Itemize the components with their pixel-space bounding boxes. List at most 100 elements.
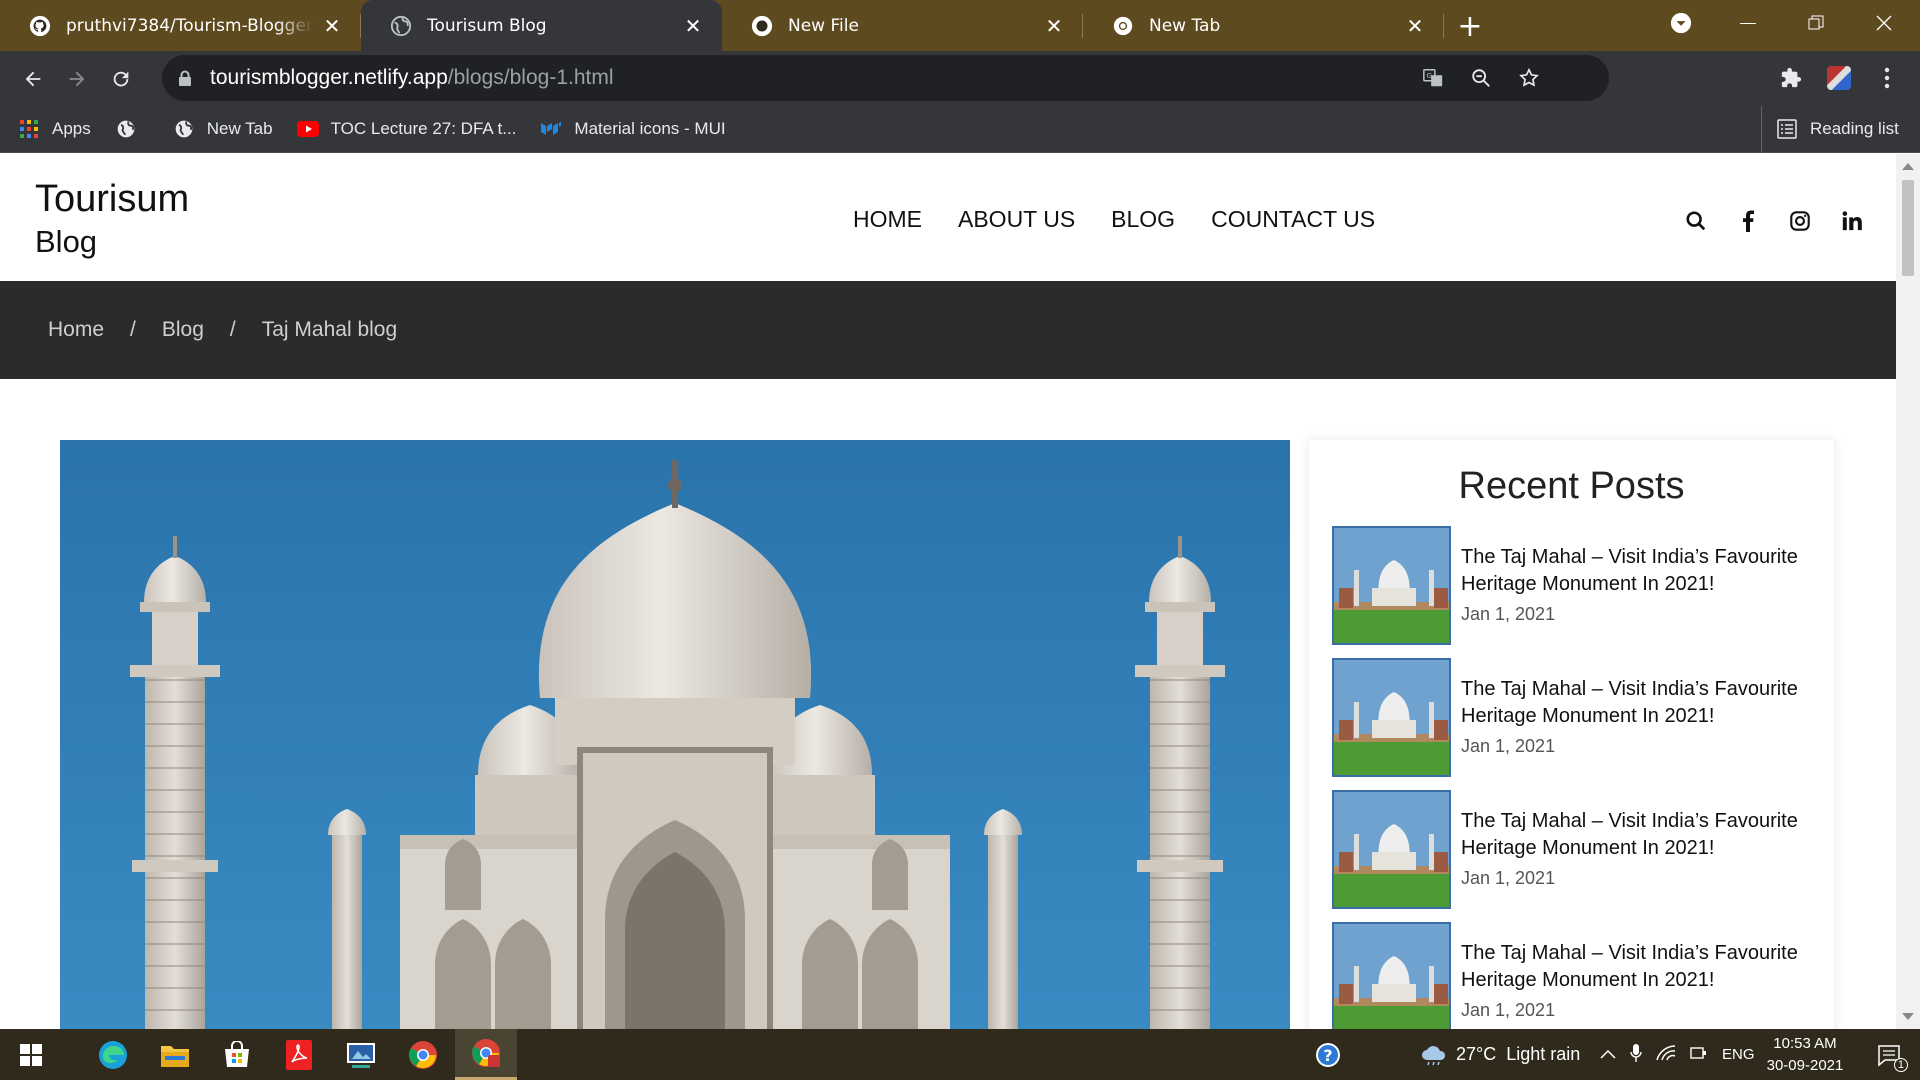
reading-list-icon: [1776, 118, 1798, 140]
breadcrumb-separator: /: [130, 318, 136, 341]
tab-search-button[interactable]: [1647, 0, 1715, 46]
logo-line-1: Tourisum: [35, 178, 190, 220]
extensions-button[interactable]: [1769, 56, 1813, 100]
tab-title: New Tab: [1149, 15, 1221, 36]
restore-button[interactable]: [1782, 0, 1850, 46]
back-button[interactable]: [11, 57, 55, 101]
rain-cloud-icon: [1422, 1045, 1446, 1065]
clock-date: 30-09-2021: [1766, 1057, 1844, 1074]
bookmark-globe[interactable]: [115, 118, 149, 140]
translate-icon[interactable]: G: [1417, 62, 1449, 94]
breadcrumb-current: Taj Mahal blog: [261, 318, 398, 341]
microphone-icon[interactable]: [1630, 1043, 1642, 1067]
bookmark-label: TOC Lecture 27: DFA t...: [330, 119, 517, 138]
nav-contact-us[interactable]: COUNTACT US: [1211, 206, 1375, 233]
bookmark-material-icons[interactable]: Material icons - MUI: [540, 118, 726, 140]
chrome-icon: [1111, 14, 1135, 38]
weather-widget[interactable]: 27°C Light rain: [1420, 1029, 1580, 1080]
chrome-profile-icon[interactable]: [455, 1029, 517, 1080]
arrow-left-icon: [25, 71, 41, 86]
arrow-right-icon: [69, 71, 85, 86]
notifications-button[interactable]: 1: [1858, 1029, 1920, 1080]
close-icon[interactable]: ✕: [682, 14, 704, 38]
zoom-icon[interactable]: [1465, 62, 1497, 94]
post-thumbnail: [1332, 922, 1451, 1029]
youtube-icon: [296, 118, 319, 140]
svg-text:?: ?: [1323, 1046, 1332, 1065]
start-button[interactable]: [0, 1029, 62, 1080]
bookmarks-bar: Apps New Tab TOC Lecture 27: DFA t... Ma…: [0, 106, 1920, 153]
scroll-up-arrow[interactable]: [1902, 163, 1914, 170]
chevron-up-icon[interactable]: [1600, 1046, 1616, 1063]
tab-new-tab[interactable]: New Tab ✕: [1083, 0, 1444, 51]
taj-mahal-illustration: [60, 440, 1290, 1029]
language-indicator[interactable]: ENG: [1722, 1046, 1755, 1063]
recent-post-item[interactable]: The Taj Mahal – Visit India’s Favourite …: [1332, 922, 1822, 1029]
tab-new-file[interactable]: New File ✕: [722, 0, 1083, 51]
reading-list-label: Reading list: [1810, 119, 1899, 138]
bookmark-toc-lecture[interactable]: TOC Lecture 27: DFA t...: [296, 118, 517, 140]
linkedin-icon[interactable]: [1826, 204, 1878, 238]
breadcrumb-home[interactable]: Home: [48, 318, 104, 342]
nav-about-us[interactable]: ABOUT US: [958, 206, 1075, 233]
close-icon[interactable]: ✕: [321, 14, 343, 38]
screen-tool-icon[interactable]: [330, 1029, 392, 1080]
edge-icon[interactable]: [82, 1029, 144, 1080]
breadcrumb-blog[interactable]: Blog: [162, 318, 204, 342]
scroll-down-arrow[interactable]: [1902, 1013, 1914, 1020]
recent-post-item[interactable]: The Taj Mahal – Visit India’s Favourite …: [1332, 790, 1822, 910]
notification-count: 1: [1893, 1058, 1908, 1072]
site-logo[interactable]: Tourisum Blog: [35, 176, 189, 262]
chrome-icon[interactable]: [392, 1029, 454, 1080]
close-icon[interactable]: ✕: [1404, 14, 1426, 38]
recent-posts-sidebar: Recent Posts The Taj Mahal – Visit India…: [1309, 440, 1834, 1029]
scrollbar-thumb[interactable]: [1902, 180, 1914, 276]
reload-icon: [113, 71, 129, 86]
globe-icon: [389, 14, 413, 38]
store-icon[interactable]: [206, 1029, 268, 1080]
address-bar[interactable]: tourismblogger.netlify.app/blogs/blog-1.…: [162, 55, 1609, 101]
hero-image: [60, 440, 1290, 1029]
nav-blog[interactable]: BLOG: [1111, 206, 1175, 233]
battery-icon[interactable]: [1690, 1045, 1708, 1065]
post-title: The Taj Mahal – Visit India’s Favourite …: [1461, 678, 1798, 727]
post-date: Jan 1, 2021: [1461, 736, 1556, 756]
reload-button[interactable]: [99, 57, 143, 101]
facebook-icon[interactable]: [1722, 204, 1774, 238]
close-window-button[interactable]: [1850, 0, 1918, 46]
page-viewport: Tourisum Blog HOME ABOUT US BLOG COUNTAC…: [0, 154, 1896, 1029]
instagram-icon[interactable]: [1774, 204, 1826, 238]
tab-tourisum-blog[interactable]: Tourisum Blog ✕: [361, 0, 722, 51]
github-icon: [750, 14, 774, 38]
windows-taskbar: ? 27°C Light rain ENG 10:53 AM 30-09-202…: [0, 1029, 1920, 1080]
search-icon[interactable]: [1670, 204, 1722, 238]
help-icon[interactable]: ?: [1298, 1029, 1358, 1080]
forward-button[interactable]: [55, 57, 99, 101]
acrobat-icon[interactable]: [268, 1029, 330, 1080]
globe-icon: [173, 118, 195, 140]
page-scrollbar[interactable]: [1896, 154, 1920, 1029]
tab-title: pruthvi7384/Tourism-Blogger: I have: [66, 15, 313, 36]
recent-post-item[interactable]: The Taj Mahal – Visit India’s Favourite …: [1332, 526, 1822, 646]
recent-post-item[interactable]: The Taj Mahal – Visit India’s Favourite …: [1332, 658, 1822, 778]
close-icon[interactable]: ✕: [1043, 14, 1065, 38]
nav-home[interactable]: HOME: [853, 206, 922, 233]
bookmark-new-tab[interactable]: New Tab: [173, 118, 273, 140]
url-text: tourismblogger.netlify.app/blogs/blog-1.…: [210, 66, 614, 90]
more-menu-icon[interactable]: [1865, 56, 1909, 100]
post-thumbnail: [1332, 658, 1451, 777]
windows-icon: [20, 1043, 42, 1066]
bookmark-star-icon[interactable]: [1513, 62, 1545, 94]
reading-list-button[interactable]: Reading list: [1776, 118, 1899, 140]
bookmark-apps[interactable]: Apps: [18, 118, 91, 140]
clock[interactable]: 10:53 AM 30-09-2021: [1755, 1033, 1855, 1077]
tab-github-repo[interactable]: pruthvi7384/Tourism-Blogger: I have ✕: [0, 0, 361, 51]
bookmark-label: Material icons - MUI: [574, 119, 726, 138]
profile-avatar[interactable]: [1817, 56, 1861, 100]
minimize-button[interactable]: [1714, 0, 1782, 46]
new-tab-button[interactable]: +: [1450, 6, 1490, 46]
url-host: tourismblogger.netlify.app: [210, 66, 448, 89]
wifi-icon[interactable]: [1656, 1044, 1676, 1065]
bookmarks-divider: [1761, 106, 1762, 153]
file-explorer-icon[interactable]: [144, 1029, 206, 1080]
